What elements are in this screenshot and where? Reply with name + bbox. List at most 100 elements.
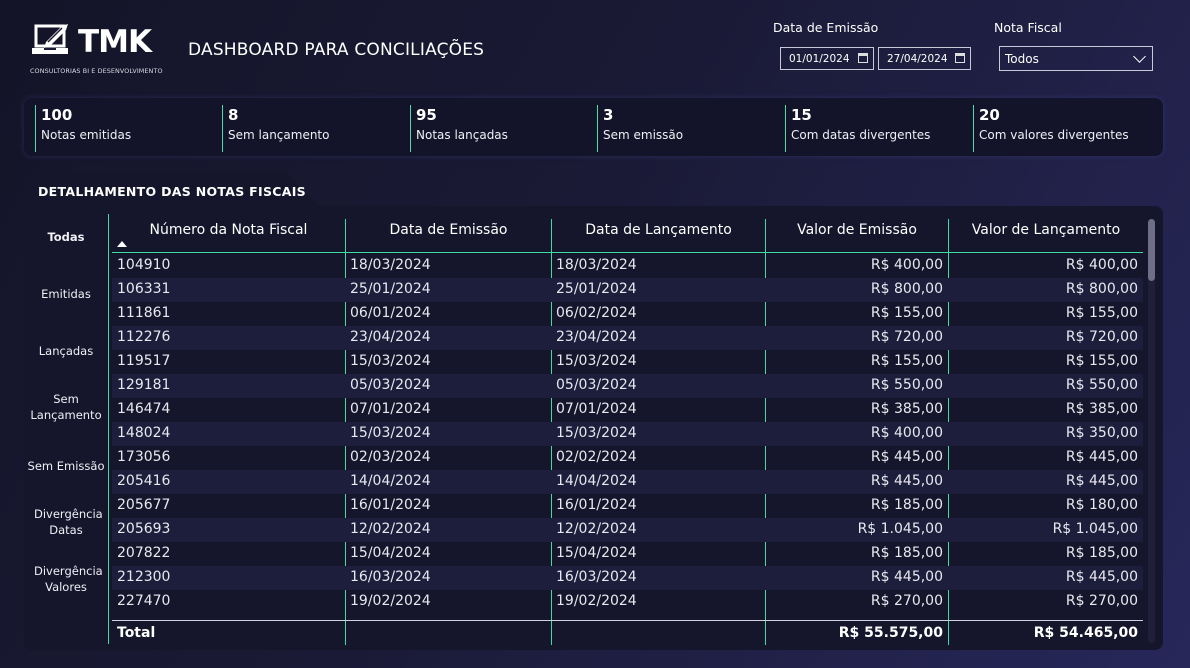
table-row[interactable]: 212300 16/03/2024 16/03/2024 R$ 445,00 R$ 44… bbox=[112, 566, 1143, 590]
cell-data-emissao: 14/04/2024 bbox=[350, 473, 431, 489]
date-from-input[interactable]: 01/01/2024 bbox=[780, 47, 874, 70]
brand-tagline: CONSULTORIAS BI E DESENVOLVIMENTO bbox=[30, 67, 163, 75]
cell-numero: 129181 bbox=[117, 377, 171, 393]
kpi-notas-emitidas: 100 Notas emitidas bbox=[35, 105, 131, 152]
scrollbar-thumb[interactable] bbox=[1148, 219, 1155, 281]
table-row[interactable]: 129181 05/03/2024 05/03/2024 R$ 550,00 R$ 55… bbox=[112, 374, 1143, 398]
column-header-data-emissao[interactable]: Data de Emissão bbox=[346, 222, 551, 244]
cell-numero: 205677 bbox=[117, 497, 171, 513]
cell-valor-lancamento: R$ 155,00 bbox=[1065, 353, 1138, 369]
kpi-label: Sem lançamento bbox=[228, 128, 330, 142]
table-row[interactable]: 119517 15/03/2024 15/03/2024 R$ 155,00 R$ 15… bbox=[112, 350, 1143, 374]
cell-valor-lancamento: R$ 400,00 bbox=[1065, 257, 1138, 273]
cell-valor-lancamento: R$ 445,00 bbox=[1065, 449, 1138, 465]
cell-data-lancamento: 18/03/2024 bbox=[556, 257, 637, 273]
column-header-numero[interactable]: Número da Nota Fiscal bbox=[112, 222, 345, 244]
sidebar-item-divergencia-datas[interactable]: Divergência Datas bbox=[24, 506, 108, 538]
cell-valor-lancamento: R$ 1.045,00 bbox=[1052, 521, 1138, 537]
table-row[interactable]: 205677 16/01/2024 16/01/2024 R$ 185,00 R$ 18… bbox=[112, 494, 1143, 518]
date-from-value: 01/01/2024 bbox=[789, 52, 850, 65]
sidebar-item-lancadas[interactable]: Lançadas bbox=[24, 343, 108, 359]
calendar-icon[interactable] bbox=[858, 53, 868, 63]
table-row[interactable]: 112276 23/04/2024 23/04/2024 R$ 720,00 R$ 72… bbox=[112, 326, 1143, 350]
cell-data-emissao: 06/01/2024 bbox=[350, 305, 431, 321]
kpi-label: Notas emitidas bbox=[41, 128, 132, 142]
kpi-value: 8 bbox=[228, 106, 239, 124]
sidebar-item-emitidas[interactable]: Emitidas bbox=[24, 286, 108, 302]
sidebar-item-divergencia-valores[interactable]: Divergência Valores bbox=[24, 563, 108, 595]
cell-data-emissao: 15/03/2024 bbox=[350, 425, 431, 441]
kpi-label: Notas lançadas bbox=[416, 128, 508, 142]
cell-data-emissao: 25/01/2024 bbox=[350, 281, 431, 297]
cell-numero: 148024 bbox=[117, 425, 171, 441]
cell-numero: 205693 bbox=[117, 521, 171, 537]
cell-data-emissao: 16/01/2024 bbox=[350, 497, 431, 513]
table-row[interactable]: 104910 18/03/2024 18/03/2024 R$ 400,00 R$ 40… bbox=[112, 254, 1143, 278]
kpi-notas-lancadas: 95 Notas lançadas bbox=[410, 105, 508, 152]
sort-ascending-icon[interactable] bbox=[117, 241, 127, 247]
page-title: DASHBOARD PARA CONCILIAÇÕES bbox=[188, 40, 485, 60]
cell-valor-lancamento: R$ 385,00 bbox=[1065, 401, 1138, 417]
date-to-value: 27/04/2024 bbox=[887, 52, 948, 65]
kpi-label: Com datas divergentes bbox=[791, 128, 931, 142]
kpi-value: 20 bbox=[979, 106, 1000, 124]
brand-logo: TMK CONSULTORIAS BI E DESENVOLVIMENTO bbox=[28, 20, 178, 80]
cell-data-lancamento: 16/01/2024 bbox=[556, 497, 637, 513]
cell-data-lancamento: 12/02/2024 bbox=[556, 521, 637, 537]
cell-numero: 106331 bbox=[117, 281, 171, 297]
table-row[interactable]: 205416 14/04/2024 14/04/2024 R$ 445,00 R$ 44… bbox=[112, 470, 1143, 494]
table-row[interactable]: 148024 15/03/2024 15/03/2024 R$ 400,00 R$ 35… bbox=[112, 422, 1143, 446]
cell-valor-emissao: R$ 800,00 bbox=[870, 281, 943, 297]
cell-valor-lancamento: R$ 550,00 bbox=[1065, 377, 1138, 393]
cell-data-emissao: 19/02/2024 bbox=[350, 593, 431, 609]
cell-valor-emissao: R$ 155,00 bbox=[870, 305, 943, 321]
nota-fiscal-value: Todos bbox=[1005, 51, 1039, 66]
cell-numero: 212300 bbox=[117, 569, 171, 585]
cell-valor-lancamento: R$ 445,00 bbox=[1065, 473, 1138, 489]
cell-data-emissao: 12/02/2024 bbox=[350, 521, 431, 537]
chevron-down-icon bbox=[1133, 50, 1146, 63]
cell-valor-emissao: R$ 400,00 bbox=[870, 425, 943, 441]
cell-valor-emissao: R$ 185,00 bbox=[870, 545, 943, 561]
table-row[interactable]: 207822 15/04/2024 15/04/2024 R$ 185,00 R$ 18… bbox=[112, 542, 1143, 566]
cell-data-emissao: 23/04/2024 bbox=[350, 329, 431, 345]
table-scrollbar[interactable] bbox=[1148, 219, 1155, 643]
total-divider bbox=[112, 620, 1143, 621]
cell-data-emissao: 16/03/2024 bbox=[350, 569, 431, 585]
sidebar-item-sem-lancamento[interactable]: Sem Lançamento bbox=[24, 391, 108, 423]
kpi-label: Com valores divergentes bbox=[979, 128, 1129, 142]
cell-data-lancamento: 15/03/2024 bbox=[556, 425, 637, 441]
column-header-valor-emissao[interactable]: Valor de Emissão bbox=[766, 222, 948, 244]
cell-valor-emissao: R$ 400,00 bbox=[870, 257, 943, 273]
column-header-valor-lancamento[interactable]: Valor de Lançamento bbox=[949, 222, 1143, 244]
cell-numero: 119517 bbox=[117, 353, 171, 369]
table-row[interactable]: 227470 19/02/2024 19/02/2024 R$ 270,00 R$ 27… bbox=[112, 590, 1143, 614]
calendar-icon[interactable] bbox=[955, 53, 965, 63]
cell-valor-lancamento: R$ 800,00 bbox=[1065, 281, 1138, 297]
kpi-datas-divergentes: 15 Com datas divergentes bbox=[785, 105, 930, 152]
cell-data-emissao: 07/01/2024 bbox=[350, 401, 431, 417]
cell-data-emissao: 18/03/2024 bbox=[350, 257, 431, 273]
cell-data-lancamento: 02/02/2024 bbox=[556, 449, 637, 465]
cell-valor-emissao: R$ 185,00 bbox=[870, 497, 943, 513]
date-to-input[interactable]: 27/04/2024 bbox=[878, 47, 971, 70]
table-row[interactable]: 146474 07/01/2024 07/01/2024 R$ 385,00 R$ 38… bbox=[112, 398, 1143, 422]
table-row[interactable]: 106331 25/01/2024 25/01/2024 R$ 800,00 R$ 80… bbox=[112, 278, 1143, 302]
kpi-value: 15 bbox=[791, 106, 812, 124]
nota-fiscal-select[interactable]: Todos bbox=[999, 46, 1153, 71]
cell-numero: 227470 bbox=[117, 593, 171, 609]
cell-data-lancamento: 23/04/2024 bbox=[556, 329, 637, 345]
cell-data-emissao: 05/03/2024 bbox=[350, 377, 431, 393]
sidebar-item-sem-emissao[interactable]: Sem Emissão bbox=[24, 458, 108, 474]
table-row[interactable]: 111861 06/01/2024 06/02/2024 R$ 155,00 R$ 15… bbox=[112, 302, 1143, 326]
cell-valor-lancamento: R$ 180,00 bbox=[1065, 497, 1138, 513]
cell-valor-emissao: R$ 720,00 bbox=[870, 329, 943, 345]
sidebar-item-todas[interactable]: Todas bbox=[24, 229, 108, 245]
column-header-data-lancamento[interactable]: Data de Lançamento bbox=[552, 222, 765, 244]
cell-numero: 146474 bbox=[117, 401, 171, 417]
total-label: Total bbox=[117, 625, 156, 641]
table-row[interactable]: 173056 02/03/2024 02/02/2024 R$ 445,00 R$ 44… bbox=[112, 446, 1143, 470]
table-body: 104910 18/03/2024 18/03/2024 R$ 400,00 R$ 40… bbox=[112, 254, 1143, 614]
table-row[interactable]: 205693 12/02/2024 12/02/2024 R$ 1.045,00 R$ … bbox=[112, 518, 1143, 542]
cell-valor-lancamento: R$ 445,00 bbox=[1065, 569, 1138, 585]
